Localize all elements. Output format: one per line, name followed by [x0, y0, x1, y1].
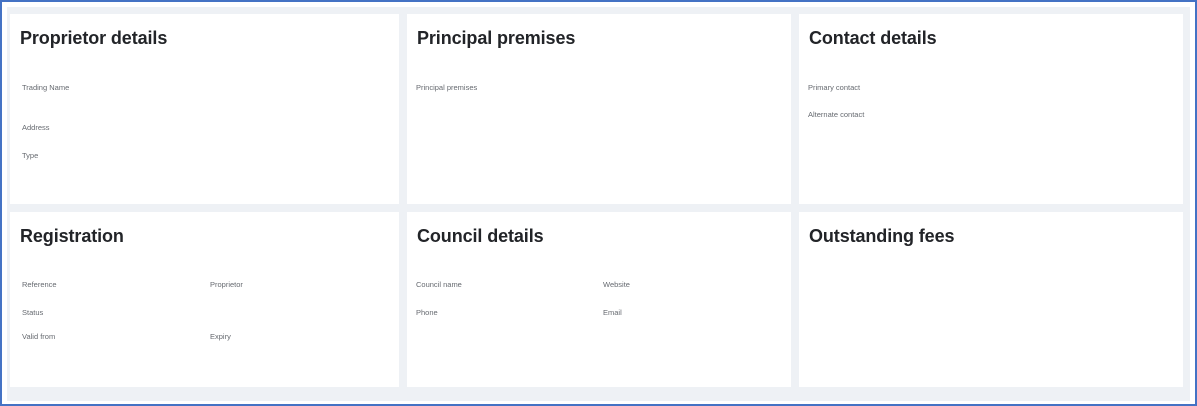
council-details-title: Council details: [417, 226, 544, 246]
type-label: Type: [22, 151, 39, 160]
status-label: Status: [22, 308, 44, 317]
phone-label: Phone: [416, 308, 438, 317]
council-details-card: Council details Council name Website Pho…: [407, 212, 791, 387]
valid-from-label: Valid from: [22, 332, 56, 341]
contact-details-title: Contact details: [809, 28, 937, 48]
proprietor-label: Proprietor: [210, 280, 243, 289]
proprietor-details-title: Proprietor details: [20, 28, 168, 48]
registration-title: Registration: [20, 226, 124, 246]
email-label: Email: [603, 308, 622, 317]
reference-label: Reference: [22, 280, 57, 289]
contact-details-card: Contact details Primary contact Alternat…: [799, 14, 1183, 204]
registration-card: Registration Reference Proprietor Status…: [10, 212, 399, 387]
principal-premises-title: Principal premises: [417, 28, 576, 48]
proprietor-details-card: Proprietor details Trading Name Address …: [10, 14, 399, 204]
council-name-label: Council name: [416, 280, 462, 289]
address-label: Address: [22, 123, 50, 132]
dashboard-canvas: Proprietor details Trading Name Address …: [7, 7, 1190, 401]
primary-contact-label: Primary contact: [808, 83, 861, 92]
screenshot-frame: Proprietor details Trading Name Address …: [0, 0, 1197, 406]
principal-premises-label: Principal premises: [416, 83, 478, 92]
outstanding-fees-title: Outstanding fees: [809, 226, 955, 246]
principal-premises-card: Principal premises Principal premises: [407, 14, 791, 204]
website-label: Website: [603, 280, 630, 289]
expiry-label: Expiry: [210, 332, 231, 341]
alternate-contact-label: Alternate contact: [808, 110, 865, 119]
outstanding-fees-card: Outstanding fees: [799, 212, 1183, 387]
trading-name-label: Trading Name: [22, 83, 70, 92]
